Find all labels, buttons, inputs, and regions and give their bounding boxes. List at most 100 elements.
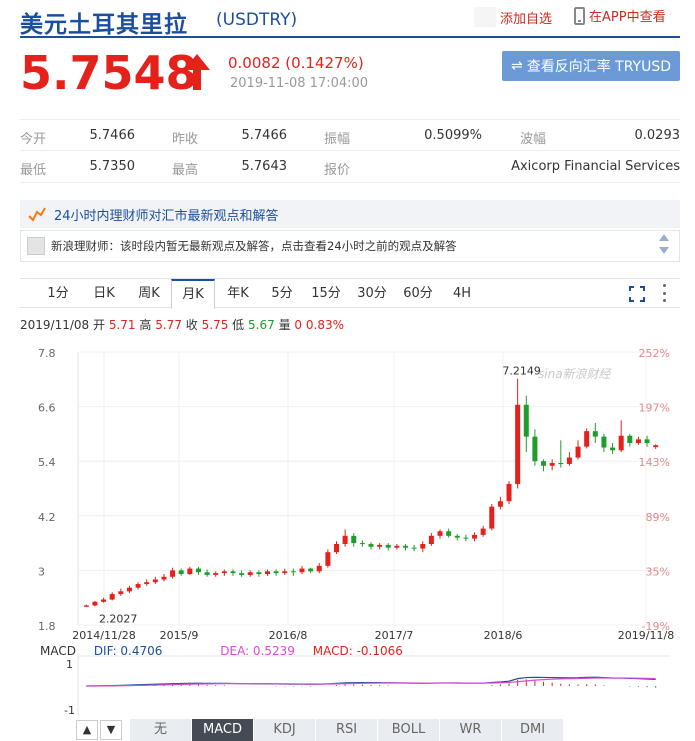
candle-body <box>170 570 176 577</box>
y-tick-label: 3 <box>38 565 45 578</box>
pct-tick-label: 252% <box>639 347 670 360</box>
tab-daily[interactable]: 日K <box>82 279 126 308</box>
reverse-rate-label: 查看反向汇率 TRYUSD <box>526 59 672 75</box>
candle-body <box>627 435 633 443</box>
x-tick-label: 2018/6 <box>484 629 523 642</box>
candle-body <box>463 537 469 539</box>
ohlc-close: 5.75 <box>201 318 229 332</box>
candle-body <box>204 572 210 575</box>
candle-body <box>144 582 150 585</box>
candle-body <box>109 594 115 600</box>
candle-body <box>584 431 590 447</box>
macd-title: MACD <box>40 644 76 658</box>
x-tick-label: 2019/11/8 <box>618 629 674 642</box>
candle-body <box>523 404 529 437</box>
ohlc-close-label: 收 <box>185 318 198 332</box>
amplitude-value: 0.5099% <box>424 128 482 143</box>
tab-1min[interactable]: 1分 <box>36 279 80 308</box>
reverse-rate-button[interactable]: ⇌ 查看反向汇率 TRYUSD <box>502 51 680 81</box>
timestamp: 2019-11-08 17:04:00 <box>230 76 369 91</box>
pct-tick-label: 143% <box>639 456 670 469</box>
stats-row: 最低 5.7350 最高 5.7643 报价 Axicorp Financial… <box>20 151 680 183</box>
candle-body <box>221 571 227 574</box>
candle-body <box>506 483 512 502</box>
more-icon[interactable] <box>661 284 667 302</box>
candle-body <box>135 584 141 588</box>
low-value: 5.7350 <box>89 159 136 174</box>
up-arrow-icon <box>184 54 210 90</box>
candle-body <box>635 439 641 443</box>
wave-label: 波幅 <box>520 132 547 147</box>
pct-tick-label: 35% <box>646 565 670 578</box>
y-tick-label: 7.8 <box>38 347 56 360</box>
candle-body <box>152 579 158 583</box>
candle-body <box>83 605 89 607</box>
nav-up-button[interactable]: ▲ <box>76 720 98 740</box>
candle-body <box>566 457 572 464</box>
indicator-bar: ▲ ▼ 无 MACD KDJ RSI BOLL WR DMI <box>0 718 695 741</box>
scroll-down-icon[interactable] <box>659 247 669 254</box>
trend-icon <box>28 207 46 222</box>
candle-body <box>601 436 607 448</box>
indicator-kdj[interactable]: KDJ <box>254 719 316 741</box>
amplitude-label: 振幅 <box>324 132 351 147</box>
ohlc-summary: 2019/11/08 开 5.71 高 5.77 收 5.75 低 5.67 量… <box>20 316 344 333</box>
tab-weekly[interactable]: 周K <box>127 279 171 308</box>
fullscreen-icon[interactable] <box>629 286 645 302</box>
indicator-wr[interactable]: WR <box>440 719 502 741</box>
macd-tick-label: -1 <box>64 704 75 717</box>
candle-body <box>316 565 322 572</box>
tab-monthly[interactable]: 月K <box>171 279 215 309</box>
scroll-up-icon[interactable] <box>659 234 669 241</box>
high-value: 5.7643 <box>241 159 288 174</box>
add-favorite-label: 添加自选 <box>500 11 553 27</box>
indicator-boll[interactable]: BOLL <box>378 719 440 741</box>
macd-dif: DIF: 0.4706 <box>93 644 163 658</box>
nav-down-button[interactable]: ▼ <box>100 720 122 740</box>
news-scroll[interactable] <box>659 234 669 254</box>
candle-body <box>282 571 288 574</box>
tab-5min[interactable]: 5分 <box>260 279 304 308</box>
candle-body <box>403 545 409 548</box>
tab-15min[interactable]: 15分 <box>304 279 348 308</box>
candle-body <box>230 571 236 574</box>
candle-body <box>558 463 564 465</box>
candle-body <box>187 568 193 575</box>
ohlc-pct: 0.83% <box>305 318 344 332</box>
candle-body <box>515 404 521 484</box>
candlestick-chart[interactable]: 7.86.65.44.231.8252%197%143%89%35%-19%20… <box>0 340 695 718</box>
indicator-macd[interactable]: MACD <box>192 719 254 741</box>
candle-body <box>472 534 478 539</box>
candle-body <box>541 461 547 466</box>
tab-60min[interactable]: 60分 <box>394 279 442 308</box>
open-in-app-label: 在APP中查看 <box>589 10 666 25</box>
advisor-news-bar[interactable]: 24小时内理财师对汇市最新观点和解答 <box>20 200 680 228</box>
candle-body <box>161 576 167 580</box>
macd-dea: DEA: 0.5239 <box>220 644 295 658</box>
candle-body <box>368 544 374 547</box>
tab-30min[interactable]: 30分 <box>348 279 396 308</box>
indicator-none[interactable]: 无 <box>130 719 192 741</box>
candle-body <box>394 545 400 548</box>
macd-dea-line <box>86 677 656 687</box>
candle-body <box>575 446 581 458</box>
ohlc-vol: 0 <box>294 318 303 332</box>
pct-tick-label: 89% <box>646 511 670 524</box>
advisor-news-title: 24小时内理财师对汇市最新观点和解答 <box>54 208 279 224</box>
tab-4h[interactable]: 4H <box>440 279 484 308</box>
tab-yearly[interactable]: 年K <box>216 279 260 308</box>
candle-body <box>308 568 314 572</box>
indicator-dmi[interactable]: DMI <box>502 719 564 741</box>
indicator-rsi[interactable]: RSI <box>316 719 378 741</box>
quote-value: Axicorp Financial Services <box>511 159 680 174</box>
open-in-app-button[interactable]: 在APP中查看 <box>574 6 666 25</box>
advisor-news-item[interactable]: 新浪理财师：该时段内暂无最新观点及解答，点击查看24小时之前的观点及解答 <box>20 230 680 262</box>
stats-row: 今开 5.7466 昨收 5.7466 振幅 0.5099% 波幅 0.0293 <box>20 119 680 151</box>
y-tick-label: 5.4 <box>38 456 56 469</box>
ohlc-high-label: 高 <box>139 318 152 332</box>
candle-body <box>92 601 98 606</box>
prev-close-label: 昨收 <box>172 132 199 147</box>
x-tick-label: 2015/9 <box>160 629 199 642</box>
add-favorite-button[interactable]: 添加自选 <box>474 6 560 28</box>
ohlc-date: 2019/11/08 <box>20 318 90 332</box>
